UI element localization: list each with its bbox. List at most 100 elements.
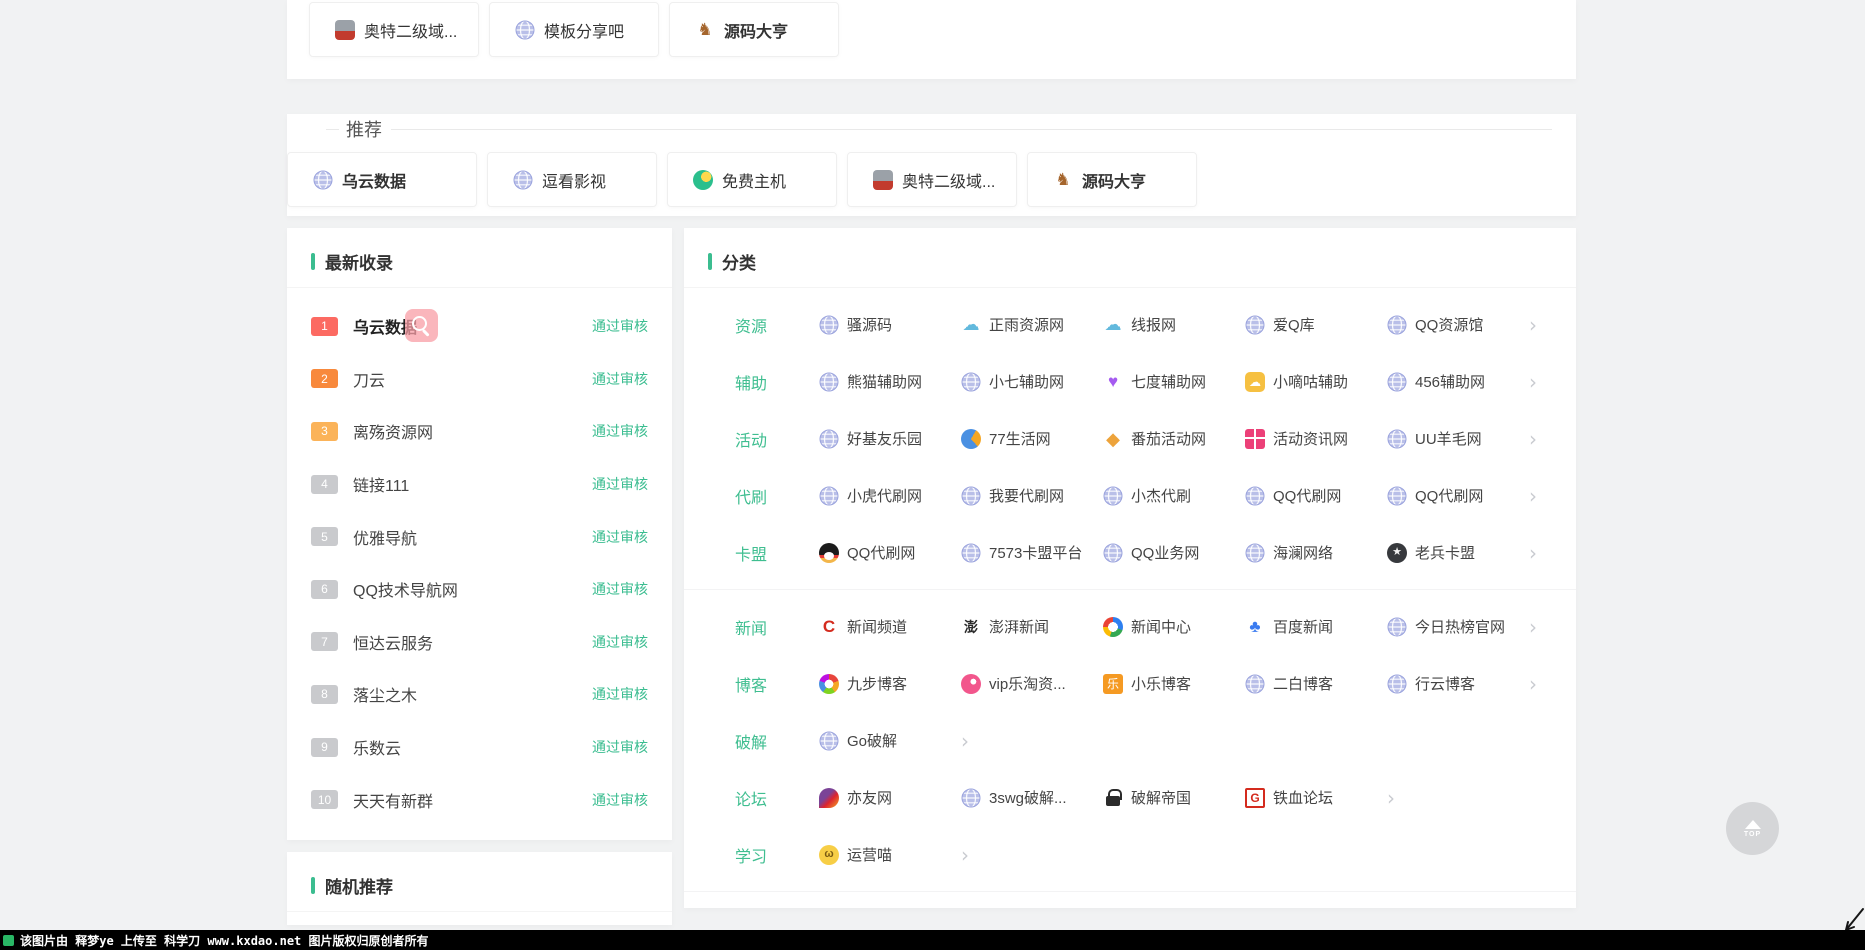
site-link[interactable]: 小七辅助网 [961,371,1103,392]
site-link-label: 老兵卡盟 [1415,542,1475,563]
site-card[interactable]: 模板分享吧 [489,2,659,57]
up-arrow-icon [1745,820,1761,829]
site-link[interactable]: 小杰代刷 [1103,485,1245,506]
site-link[interactable]: ♣百度新闻 [1245,616,1387,637]
globe-favicon-icon [1387,372,1407,392]
latest-item[interactable]: 2刀云通过审核 [287,353,672,406]
site-card[interactable]: 乌云数据 [287,152,477,207]
site-link-label: 熊猫辅助网 [847,371,922,392]
site-link-label: 亦友网 [847,787,892,808]
latest-item[interactable]: 7恒达云服务通过审核 [287,616,672,669]
site-link[interactable]: 澎澎湃新闻 [961,616,1103,637]
latest-item[interactable]: 10天天有新群通过审核 [287,773,672,826]
site-link-label: 小七辅助网 [989,371,1064,392]
soldier-star-favicon-icon: ★ [1387,543,1407,563]
site-link[interactable]: ☁正雨资源网 [961,314,1103,335]
chevron-right-icon[interactable]: › [1529,486,1552,506]
site-link[interactable]: 好基友乐园 [819,428,961,449]
site-link[interactable]: 小虎代刷网 [819,485,961,506]
site-card-label: 源码大亨 [724,18,788,42]
site-link[interactable]: 海澜网络 [1245,542,1387,563]
site-link[interactable]: G铁血论坛 [1245,787,1387,808]
latest-item[interactable]: 1乌云数据通过审核 [287,300,672,353]
site-card[interactable]: ♞源码大亨 [669,2,839,57]
row-divider [684,589,1576,590]
site-link[interactable]: C新闻频道 [819,616,961,637]
site-link[interactable]: 7573卡盟平台 [961,542,1103,563]
latest-item[interactable]: 5优雅导航通过审核 [287,510,672,563]
site-link[interactable]: QQ资源馆 [1387,314,1529,335]
chevron-right-icon[interactable]: › [961,731,1001,751]
chevron-right-icon[interactable]: › [1529,315,1552,335]
chevron-right-icon[interactable]: › [961,845,1001,865]
swirl-favicon-icon [961,429,981,449]
latest-list: 1乌云数据通过审核2刀云通过审核3离殇资源网通过审核4链接111通过审核5优雅导… [287,288,672,826]
site-link[interactable]: QQ业务网 [1103,542,1245,563]
site-link[interactable]: 亦友网 [819,787,961,808]
site-link[interactable]: 骚源码 [819,314,961,335]
chevron-right-icon[interactable]: › [1529,429,1552,449]
category-row: 资源骚源码☁正雨资源网☁线报网爱Q库QQ资源馆› [684,296,1576,353]
category-row: 博客九步博客vip乐淘资...乐小乐博客二白博客行云博客› [684,655,1576,712]
random-header: 随机推荐 [287,852,672,912]
latest-item[interactable]: 9乐数云通过审核 [287,721,672,774]
site-link[interactable]: vip乐淘资... [961,673,1103,694]
globe-favicon-icon [1387,486,1407,506]
legend-dash-right [391,129,1552,130]
site-link[interactable]: 3swg破解... [961,787,1103,808]
flame-bird-favicon-icon [819,788,839,808]
chevron-right-icon[interactable]: › [1529,617,1552,637]
chevron-right-icon[interactable]: › [1529,372,1552,392]
site-link-label: 海澜网络 [1273,542,1333,563]
site-link[interactable]: ☁小嘀咕辅助 [1245,371,1387,392]
site-link[interactable]: 新闻中心 [1103,616,1245,637]
site-link[interactable]: QQ代刷网 [819,542,961,563]
site-link[interactable]: 乐小乐博客 [1103,673,1245,694]
site-link[interactable]: 今日热榜官网 [1387,616,1529,637]
site-link[interactable]: QQ代刷网 [1245,485,1387,506]
site-link[interactable]: 二白博客 [1245,673,1387,694]
review-status: 通过审核 [592,474,648,494]
site-link[interactable]: 熊猫辅助网 [819,371,961,392]
site-card[interactable]: ♞源码大亨 [1027,152,1197,207]
latest-item[interactable]: 3离殇资源网通过审核 [287,405,672,458]
site-link-label: 77生活网 [989,428,1051,449]
site-link[interactable]: ★ 老兵卡盟 [1387,542,1529,563]
site-link[interactable]: Go破解 [819,730,961,751]
site-link-label: 运营喵 [847,844,892,865]
site-card[interactable]: 逗看影视 [487,152,657,207]
latest-item[interactable]: 8落尘之木通过审核 [287,668,672,721]
chevron-right-icon[interactable]: › [1387,788,1427,808]
site-link[interactable]: UU羊毛网 [1387,428,1529,449]
globe-favicon-icon [961,372,981,392]
site-card[interactable]: 奥特二级域... [847,152,1017,207]
latest-item[interactable]: 4链接111通过审核 [287,458,672,511]
rank-badge: 6 [311,580,338,599]
site-link[interactable]: 456辅助网 [1387,371,1529,392]
globe-favicon-icon [1387,315,1407,335]
category-row: 卡盟QQ代刷网7573卡盟平台QQ业务网海澜网络★老兵卡盟› [684,524,1576,581]
back-to-top-button[interactable]: TOP [1726,802,1779,855]
site-link[interactable]: 九步博客 [819,673,961,694]
site-link[interactable]: 行云博客 [1387,673,1529,694]
site-link[interactable]: 活动资讯网 [1245,428,1387,449]
site-link-label: 今日热榜官网 [1415,616,1505,637]
latest-title: 最新收录 [325,249,393,274]
review-status: 通过审核 [592,579,648,599]
site-link[interactable]: ☁线报网 [1103,314,1245,335]
site-link[interactable]: 77生活网 [961,428,1103,449]
site-link[interactable]: 我要代刷网 [961,485,1103,506]
latest-item[interactable]: 6QQ技术导航网通过审核 [287,563,672,616]
site-card[interactable]: 奥特二级域... [309,2,479,57]
chevron-right-icon[interactable]: › [1529,543,1552,563]
category-row: 新闻C新闻频道澎澎湃新闻新闻中心♣百度新闻今日热榜官网› [684,598,1576,655]
site-card[interactable]: 免费主机 [667,152,837,207]
site-link[interactable]: 爱Q库 [1245,314,1387,335]
site-link[interactable]: QQ代刷网 [1387,485,1529,506]
site-link[interactable]: ♥七度辅助网 [1103,371,1245,392]
chevron-right-icon[interactable]: › [1529,674,1552,694]
site-link[interactable]: ◆番茄活动网 [1103,428,1245,449]
site-link-label: 好基友乐园 [847,428,922,449]
site-link[interactable]: 破解帝国 [1103,787,1245,808]
site-link[interactable]: ω运营喵 [819,844,961,865]
